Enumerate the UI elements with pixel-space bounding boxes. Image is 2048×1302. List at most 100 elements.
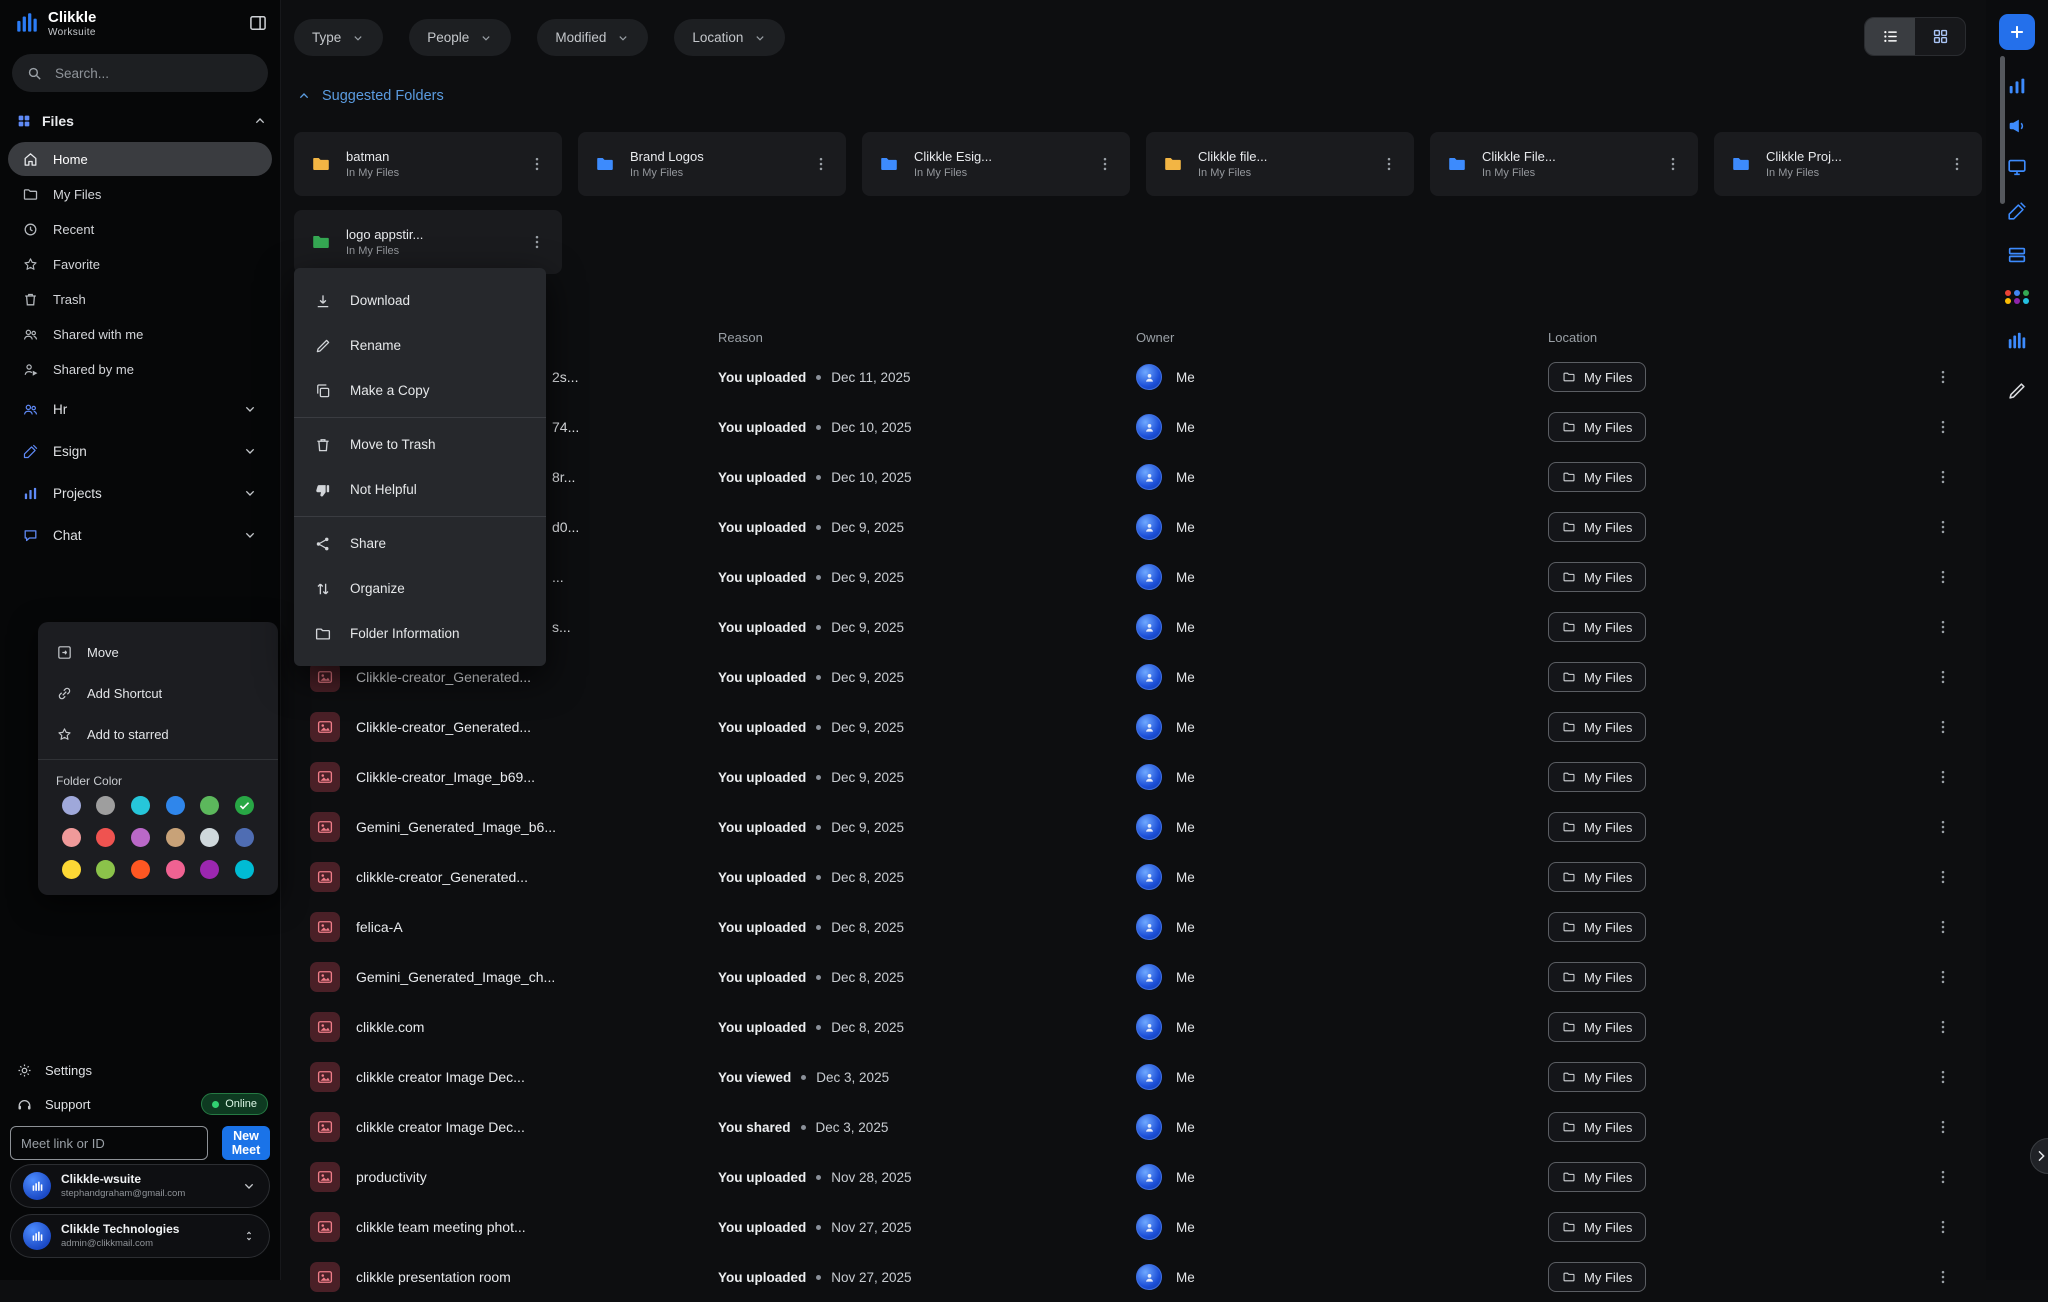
row-menu-button[interactable]: [1934, 1218, 1952, 1236]
folder-menu-button[interactable]: [1948, 155, 1966, 173]
add-button[interactable]: [1999, 14, 2035, 50]
apps-app-icon[interactable]: [2006, 286, 2028, 308]
folder-color-swatch[interactable]: [235, 828, 254, 847]
row-menu-button[interactable]: [1934, 968, 1952, 986]
folder-menu-button[interactable]: [1664, 155, 1682, 173]
popup-item-move[interactable]: Move: [38, 632, 278, 673]
sidebar-section-chat[interactable]: Chat: [8, 514, 272, 556]
sidebar-item-trash[interactable]: Trash: [8, 282, 272, 316]
menu-item-not-helpful[interactable]: Not Helpful: [294, 467, 546, 512]
sidebar-section-projects[interactable]: Projects: [8, 472, 272, 514]
file-row[interactable]: productivityYou uploadedNov 28, 2025MeMy…: [294, 1152, 1960, 1202]
row-menu-button[interactable]: [1934, 1118, 1952, 1136]
location-chip[interactable]: My Files: [1548, 912, 1646, 942]
folder-color-swatch[interactable]: [96, 860, 115, 879]
sidebar-item-shared-with-me[interactable]: Shared with me: [8, 317, 272, 351]
folder-color-swatch[interactable]: [62, 828, 81, 847]
edit-app-icon[interactable]: [2006, 380, 2028, 402]
location-chip[interactable]: My Files: [1548, 1062, 1646, 1092]
folder-card-batman[interactable]: batmanIn My Files: [294, 132, 562, 196]
grid-view-button[interactable]: [1915, 18, 1965, 55]
folder-color-swatch[interactable]: [166, 828, 185, 847]
location-chip[interactable]: My Files: [1548, 1212, 1646, 1242]
menu-item-make-a-copy[interactable]: Make a Copy: [294, 368, 546, 413]
location-chip[interactable]: My Files: [1548, 362, 1646, 392]
search-box[interactable]: [12, 54, 268, 92]
folder-color-swatch[interactable]: [62, 860, 81, 879]
search-input[interactable]: [53, 65, 254, 82]
file-row[interactable]: Clikkle-creator_Image_b69...You uploaded…: [294, 752, 1960, 802]
support-item[interactable]: Support Online: [16, 1090, 268, 1118]
sidebar-item-recent[interactable]: Recent: [8, 212, 272, 246]
settings-item[interactable]: Settings: [16, 1056, 268, 1084]
location-chip[interactable]: My Files: [1548, 1112, 1646, 1142]
sidebar-section-hr[interactable]: Hr: [8, 388, 272, 430]
filter-chip-location[interactable]: Location: [674, 19, 785, 56]
row-menu-button[interactable]: [1934, 568, 1952, 586]
account-selector-secondary[interactable]: Clikkle Technologies admin@clikkmail.com: [10, 1214, 270, 1258]
location-chip[interactable]: My Files: [1548, 862, 1646, 892]
location-chip[interactable]: My Files: [1548, 1262, 1646, 1292]
suggested-folders-toggle[interactable]: Suggested Folders: [296, 88, 444, 104]
folder-color-swatch[interactable]: [200, 828, 219, 847]
popup-item-add-shortcut[interactable]: Add Shortcut: [38, 673, 278, 714]
folder-menu-button[interactable]: [1096, 155, 1114, 173]
chevron-up-icon[interactable]: [252, 113, 268, 129]
location-chip[interactable]: My Files: [1548, 612, 1646, 642]
file-row[interactable]: clikkle creator Image Dec...You viewedDe…: [294, 1052, 1960, 1102]
folder-card-clikkle-file[interactable]: Clikkle File...In My Files: [1430, 132, 1698, 196]
row-menu-button[interactable]: [1934, 1018, 1952, 1036]
folder-card-clikkle-proj[interactable]: Clikkle Proj...In My Files: [1714, 132, 1982, 196]
location-chip[interactable]: My Files: [1548, 1162, 1646, 1192]
esign-pen-app-icon[interactable]: [2006, 200, 2028, 222]
row-menu-button[interactable]: [1934, 718, 1952, 736]
filter-chip-people[interactable]: People: [409, 19, 511, 56]
menu-item-share[interactable]: Share: [294, 521, 546, 566]
stats-app-icon[interactable]: [2006, 330, 2028, 352]
folder-color-swatch[interactable]: [62, 796, 81, 815]
folder-color-swatch[interactable]: [131, 828, 150, 847]
folder-color-swatch[interactable]: [200, 860, 219, 879]
menu-item-folder-information[interactable]: Folder Information: [294, 611, 546, 656]
folder-color-swatch[interactable]: [235, 796, 254, 815]
folder-color-swatch[interactable]: [96, 828, 115, 847]
location-chip[interactable]: My Files: [1548, 512, 1646, 542]
folder-color-swatch[interactable]: [166, 860, 185, 879]
folder-color-swatch[interactable]: [200, 796, 219, 815]
row-menu-button[interactable]: [1934, 918, 1952, 936]
sidebar-item-my-files[interactable]: My Files: [8, 177, 272, 211]
location-chip[interactable]: My Files: [1548, 412, 1646, 442]
list-view-button[interactable]: [1865, 18, 1915, 55]
row-menu-button[interactable]: [1934, 668, 1952, 686]
sidebar-item-shared-by-me[interactable]: Shared by me: [8, 352, 272, 386]
row-menu-button[interactable]: [1934, 418, 1952, 436]
row-menu-button[interactable]: [1934, 1068, 1952, 1086]
row-menu-button[interactable]: [1934, 1168, 1952, 1186]
location-chip[interactable]: My Files: [1548, 812, 1646, 842]
file-row[interactable]: felica-AYou uploadedDec 8, 2025MeMy File…: [294, 902, 1960, 952]
monitor-app-icon[interactable]: [2006, 156, 2028, 178]
row-menu-button[interactable]: [1934, 1268, 1952, 1286]
location-chip[interactable]: My Files: [1548, 562, 1646, 592]
file-row[interactable]: clikkle.comYou uploadedDec 8, 2025MeMy F…: [294, 1002, 1960, 1052]
sidebar-item-favorite[interactable]: Favorite: [8, 247, 272, 281]
folder-color-swatch[interactable]: [166, 796, 185, 815]
file-row[interactable]: Gemini_Generated_Image_ch...You uploaded…: [294, 952, 1960, 1002]
folder-color-swatch[interactable]: [131, 860, 150, 879]
row-menu-button[interactable]: [1934, 818, 1952, 836]
folder-menu-button[interactable]: [812, 155, 830, 173]
folder-menu-button[interactable]: [528, 155, 546, 173]
popup-item-add-to-starred[interactable]: Add to starred: [38, 714, 278, 755]
row-menu-button[interactable]: [1934, 368, 1952, 386]
file-row[interactable]: clikkle creator Image Dec...You sharedDe…: [294, 1102, 1960, 1152]
scrollbar-thumb[interactable]: [2000, 56, 2005, 204]
folder-card-clikkle-esig[interactable]: Clikkle Esig...In My Files: [862, 132, 1130, 196]
menu-item-download[interactable]: Download: [294, 278, 546, 323]
rows-app-icon[interactable]: [2006, 244, 2028, 266]
menu-item-organize[interactable]: Organize: [294, 566, 546, 611]
location-chip[interactable]: My Files: [1548, 762, 1646, 792]
filter-chip-type[interactable]: Type: [294, 19, 383, 56]
new-meet-button[interactable]: New Meet: [222, 1126, 270, 1160]
folder-color-swatch[interactable]: [131, 796, 150, 815]
folder-card-clikkle-file[interactable]: Clikkle file...In My Files: [1146, 132, 1414, 196]
